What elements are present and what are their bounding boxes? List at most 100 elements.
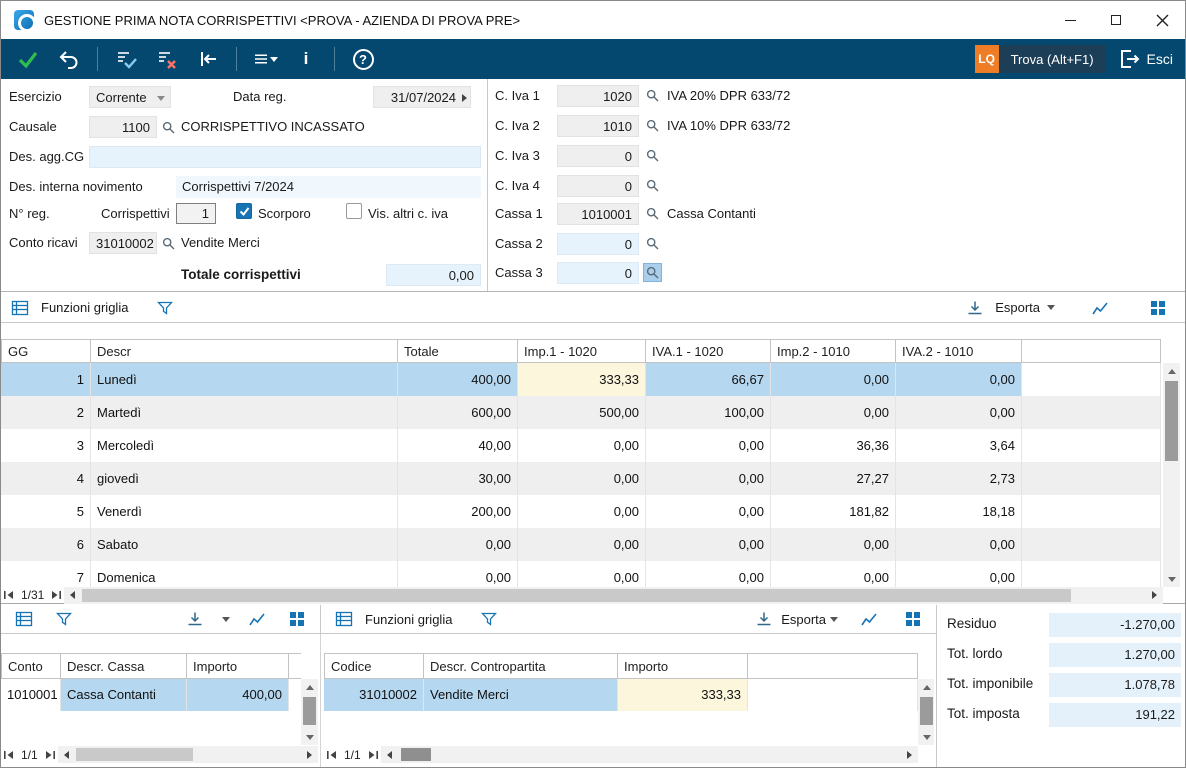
menu-button[interactable] xyxy=(252,46,278,72)
filter-button[interactable] xyxy=(476,606,502,632)
cell[interactable]: 0,00 xyxy=(646,462,771,495)
scorporo-checkbox[interactable] xyxy=(236,203,252,219)
cell[interactable] xyxy=(1022,462,1161,495)
column-header[interactable]: Codice xyxy=(324,653,424,679)
scroll-right-button[interactable] xyxy=(1146,587,1163,604)
cancel-rows-button[interactable] xyxy=(154,46,180,72)
cell[interactable]: 0,00 xyxy=(518,528,646,561)
cell[interactable] xyxy=(1022,396,1161,429)
column-header[interactable]: Importo xyxy=(618,653,748,679)
causale-search-button[interactable] xyxy=(159,118,178,137)
column-header[interactable]: Descr. Cassa xyxy=(61,653,187,679)
cell[interactable]: 0,00 xyxy=(518,462,646,495)
table-row[interactable]: 1010001Cassa Contanti400,00 xyxy=(1,679,301,711)
vis-altri-checkbox[interactable] xyxy=(346,203,362,219)
close-button[interactable] xyxy=(1139,1,1185,39)
cell[interactable]: 200,00 xyxy=(398,495,518,528)
cell[interactable] xyxy=(1022,429,1161,462)
cell[interactable] xyxy=(748,679,918,711)
search-button[interactable] xyxy=(643,204,662,223)
cell[interactable]: 400,00 xyxy=(187,679,289,711)
code-field[interactable]: 0 xyxy=(557,233,639,255)
cassa-hscrollbar[interactable] xyxy=(58,746,318,763)
code-field[interactable]: 0 xyxy=(557,175,639,197)
cell[interactable]: Lunedì xyxy=(91,363,398,396)
scroll-down-button[interactable] xyxy=(918,729,935,745)
scroll-left-button[interactable] xyxy=(64,587,81,604)
scroll-down-button[interactable] xyxy=(1163,571,1180,587)
export-label[interactable]: Esporta xyxy=(781,612,826,627)
column-header-filler[interactable] xyxy=(289,653,301,679)
cell[interactable]: 0,00 xyxy=(518,495,646,528)
search-button[interactable] xyxy=(643,116,662,135)
main-grid-vscrollbar[interactable] xyxy=(1163,363,1180,587)
cell[interactable]: 0,00 xyxy=(646,429,771,462)
cell[interactable]: 0,00 xyxy=(771,561,896,587)
restore-button[interactable] xyxy=(195,46,221,72)
export-label[interactable]: Esporta xyxy=(995,300,1040,315)
scrollbar-thumb[interactable] xyxy=(76,748,193,761)
search-button[interactable] xyxy=(643,146,662,165)
causale-code-field[interactable]: 1100 xyxy=(89,116,157,138)
cell[interactable]: 27,27 xyxy=(771,462,896,495)
cell[interactable]: 7 xyxy=(1,561,91,587)
scroll-up-button[interactable] xyxy=(1163,363,1180,379)
cell[interactable]: 6 xyxy=(1,528,91,561)
column-header[interactable]: IVA.1 - 1020 xyxy=(646,339,771,363)
cell[interactable]: 66,67 xyxy=(646,363,771,396)
last-page-button[interactable] xyxy=(365,746,381,763)
cell[interactable]: 0,00 xyxy=(896,396,1022,429)
cell[interactable]: 0,00 xyxy=(646,561,771,587)
cell[interactable] xyxy=(289,679,301,711)
cell[interactable]: 5 xyxy=(1,495,91,528)
cell[interactable]: 100,00 xyxy=(646,396,771,429)
cell[interactable]: 0,00 xyxy=(398,528,518,561)
cell[interactable]: 30,00 xyxy=(398,462,518,495)
code-field[interactable]: 0 xyxy=(557,145,639,167)
table-row[interactable]: 3Mercoledì40,000,000,0036,363,64 xyxy=(1,429,1161,462)
cell[interactable]: 0,00 xyxy=(646,528,771,561)
nreg-field[interactable]: 1 xyxy=(176,203,216,224)
undo-button[interactable] xyxy=(56,46,82,72)
cell[interactable]: 0,00 xyxy=(896,561,1022,587)
cell[interactable]: 400,00 xyxy=(398,363,518,396)
contropartita-vscrollbar[interactable] xyxy=(918,679,934,745)
cell[interactable]: 0,00 xyxy=(646,495,771,528)
grid-functions-button[interactable] xyxy=(11,606,37,632)
search-button[interactable] xyxy=(643,86,662,105)
minimize-button[interactable] xyxy=(1047,1,1093,39)
cell[interactable]: Venerdì xyxy=(91,495,398,528)
cell[interactable] xyxy=(1022,495,1161,528)
column-header[interactable]: Imp.1 - 1020 xyxy=(518,339,646,363)
layout-grid-button[interactable] xyxy=(284,606,310,632)
confirm-button[interactable] xyxy=(15,46,41,72)
chevron-down-icon[interactable] xyxy=(830,617,838,622)
search-button[interactable] xyxy=(643,176,662,195)
table-row[interactable]: 5Venerdì200,000,000,00181,8218,18 xyxy=(1,495,1161,528)
cell[interactable]: 40,00 xyxy=(398,429,518,462)
scroll-down-button[interactable] xyxy=(301,729,318,745)
scrollbar-thumb[interactable] xyxy=(303,697,316,725)
table-row[interactable]: 31010002Vendite Merci333,33 xyxy=(324,679,918,711)
chart-button[interactable] xyxy=(1087,295,1113,321)
cell[interactable]: 333,33 xyxy=(518,363,646,396)
cell[interactable] xyxy=(1022,561,1161,587)
table-row[interactable]: 2Martedì600,00500,00100,000,000,00 xyxy=(1,396,1161,429)
column-header[interactable]: Importo xyxy=(187,653,289,679)
cell[interactable]: 3 xyxy=(1,429,91,462)
cell[interactable]: 0,00 xyxy=(398,561,518,587)
cell[interactable]: 1010001 xyxy=(1,679,61,711)
column-header[interactable]: Descr. Contropartita xyxy=(424,653,618,679)
scrollbar-thumb[interactable] xyxy=(82,589,1071,602)
filter-button[interactable] xyxy=(51,606,77,632)
chart-button[interactable] xyxy=(244,606,270,632)
filter-button[interactable] xyxy=(152,295,178,321)
table-row[interactable]: 6Sabato0,000,000,000,000,00 xyxy=(1,528,1161,561)
grid-functions-button[interactable] xyxy=(7,295,33,321)
column-header-filler[interactable] xyxy=(1022,339,1161,363)
cell[interactable]: 0,00 xyxy=(896,528,1022,561)
export-button[interactable] xyxy=(182,606,208,632)
scroll-left-button[interactable] xyxy=(381,746,398,763)
cell[interactable]: 500,00 xyxy=(518,396,646,429)
help-button[interactable]: ? xyxy=(350,46,376,72)
